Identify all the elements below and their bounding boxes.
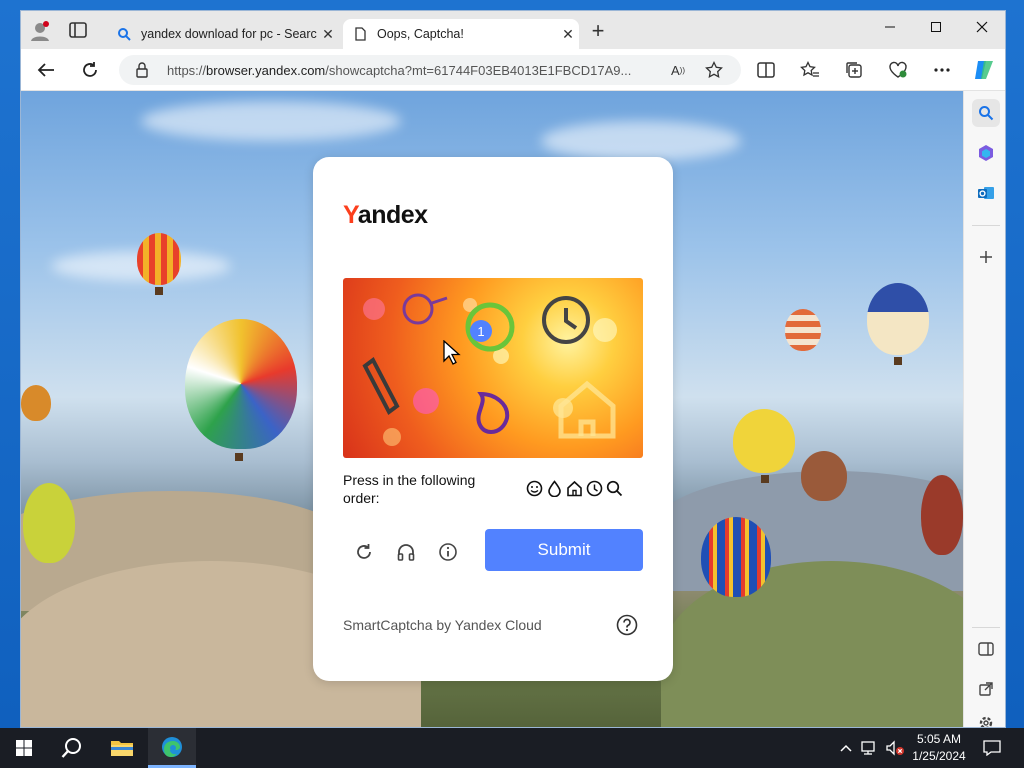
volume-muted-icon[interactable] [884,728,906,768]
taskbar-search-icon[interactable] [48,728,96,768]
tab-title: Oops, Captcha! [377,27,464,41]
file-explorer-icon[interactable] [98,728,146,768]
new-tab-button[interactable]: + [587,20,609,43]
profile-icon[interactable] [29,20,51,42]
lock-icon[interactable] [135,62,149,83]
refresh-captcha-button[interactable] [351,539,377,565]
system-clock[interactable]: 5:05 AM 1/25/2024 [906,731,972,765]
house-icon [565,479,583,497]
maximize-button[interactable] [913,11,959,43]
close-window-button[interactable] [959,11,1005,43]
windows-taskbar: 5:05 AM 1/25/2024 [0,728,1024,768]
favorites-icon[interactable] [797,58,823,82]
audio-captcha-button[interactable] [393,539,419,565]
tab-title: yandex download for pc - Search [141,27,317,41]
more-options-icon[interactable] [929,58,955,82]
close-tab-icon[interactable]: ✕ [557,26,579,43]
captcha-footer-text: SmartCaptcha by Yandex Cloud [343,617,542,633]
captcha-search-icon [402,293,448,325]
clock-time: 5:05 AM [916,732,962,746]
mouse-cursor-icon [443,340,461,365]
refresh-button[interactable] [77,58,103,82]
hide-sidebar-icon[interactable] [972,635,1000,663]
office-icon[interactable] [972,139,1000,167]
minimize-button[interactable] [867,11,913,43]
browser-sidebar [963,91,1005,727]
address-bar[interactable]: https://browser.yandex.com/showcaptcha?m… [119,55,741,85]
submit-button[interactable]: Submit [485,529,643,571]
yandex-logo: Yandex [343,201,428,229]
tab-search[interactable]: yandex download for pc - Search ✕ [107,19,339,49]
split-screen-icon[interactable] [753,58,779,82]
browser-essentials-icon[interactable] [885,58,911,82]
notifications-icon[interactable] [978,728,1006,768]
start-button[interactable] [0,728,48,768]
add-sidebar-app-icon[interactable] [972,243,1000,271]
drop-icon [545,479,563,497]
favorite-star-icon[interactable] [703,60,725,80]
read-aloud-icon[interactable]: A)) [667,60,689,80]
captcha-clock-icon [542,296,590,344]
network-icon[interactable] [860,728,880,768]
close-tab-icon[interactable]: ✕ [317,26,339,43]
captcha-pencil-icon [362,356,400,416]
show-hidden-icons-icon[interactable] [836,728,856,768]
clock-icon [585,479,603,497]
edge-taskbar-icon[interactable] [148,728,196,768]
order-icon-list [525,479,623,497]
copilot-icon[interactable] [971,58,997,82]
page-content: Yandex 1 Press in the following order: S… [21,91,963,727]
browser-window: yandex download for pc - Search ✕ Oops, … [20,10,1006,728]
collections-icon[interactable] [841,58,867,82]
outlook-icon[interactable] [972,179,1000,207]
tab-strip: yandex download for pc - Search ✕ Oops, … [21,11,1005,49]
tab-actions-icon[interactable] [69,22,87,38]
captcha-image[interactable]: 1 [343,278,643,458]
captcha-card: Yandex 1 Press in the following order: S… [313,157,673,681]
tab-captcha[interactable]: Oops, Captcha! ✕ [343,19,579,49]
captcha-instruction: Press in the following order: [343,472,476,506]
click-marker: 1 [470,320,492,342]
page-icon [353,27,367,41]
open-external-icon[interactable] [972,675,1000,703]
search-icon [605,479,623,497]
settings-gear-icon[interactable] [972,715,1000,727]
search-icon [117,27,131,41]
captcha-house-icon [558,380,616,439]
back-button[interactable] [33,58,59,82]
help-icon[interactable] [615,613,639,637]
smiley-icon [525,479,543,497]
clock-date: 1/25/2024 [912,749,966,763]
navigation-bar: https://browser.yandex.com/showcaptcha?m… [21,49,1005,91]
search-sidebar-icon[interactable] [972,99,1000,127]
url-text: https://browser.yandex.com/showcaptcha?m… [167,63,632,78]
info-button[interactable] [435,539,461,565]
captcha-drop-icon [476,391,510,435]
